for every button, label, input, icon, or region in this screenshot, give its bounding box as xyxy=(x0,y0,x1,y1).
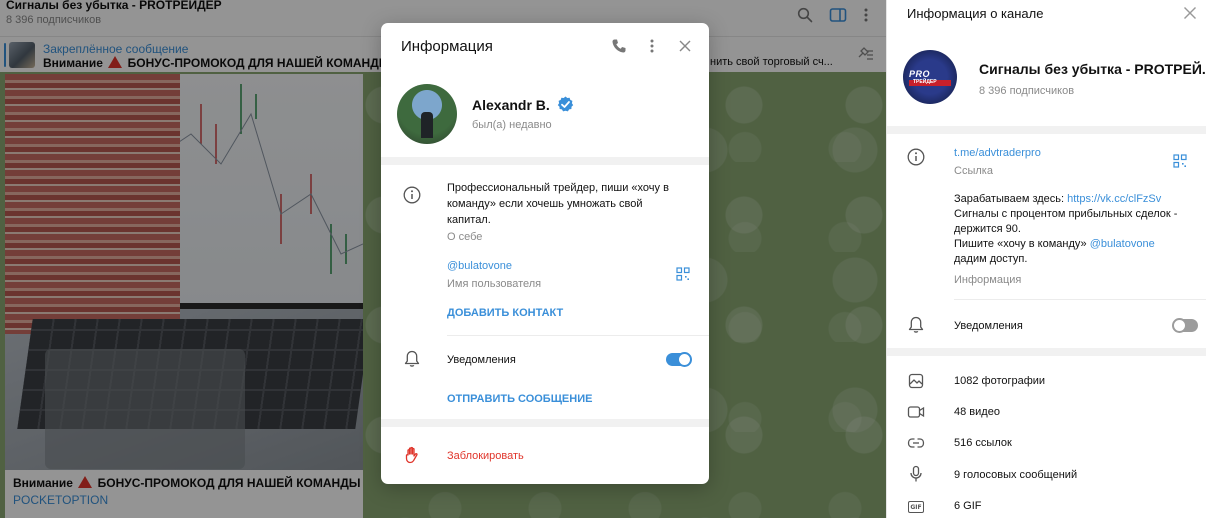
channel-name: Сигналы без убытка - PROTРЕЙ... xyxy=(979,61,1206,77)
channel-info-panel: Информация о канале PRO ТРЕЙДЕР Сигналы … xyxy=(886,0,1206,518)
close-icon[interactable] xyxy=(1183,6,1199,22)
bell-icon xyxy=(907,316,925,334)
media-videos[interactable]: 48 видео xyxy=(954,406,1000,418)
verified-badge-icon xyxy=(557,96,574,113)
channel-subscribers: 8 396 подписчиков xyxy=(979,85,1075,97)
panel-notifications-toggle[interactable] xyxy=(1172,318,1198,333)
block-hand-icon[interactable] xyxy=(402,445,422,465)
description-line: Сигналы с процентом прибыльных сделок - … xyxy=(954,208,1178,235)
username-link[interactable]: @bulatovone xyxy=(447,260,512,272)
info-icon xyxy=(907,148,925,166)
media-photos[interactable]: 1082 фотографии xyxy=(954,375,1045,387)
user-name: Alexandr B. xyxy=(472,96,550,113)
description-mention[interactable]: @bulatovone xyxy=(1090,238,1155,250)
section-divider xyxy=(381,157,709,165)
username-label: Имя пользователя xyxy=(447,278,542,290)
section-divider xyxy=(381,419,709,427)
description-text: Зарабатываем здесь: xyxy=(954,193,1068,205)
qr-code-icon[interactable] xyxy=(1173,154,1187,171)
description-link[interactable]: https://vk.cc/clFzSv xyxy=(1067,193,1161,205)
channel-link-label: Ссылка xyxy=(954,165,993,177)
media-voice[interactable]: 9 голосовых сообщений xyxy=(954,469,1077,481)
notifications-toggle[interactable] xyxy=(666,352,692,367)
send-message-button[interactable]: ОТПРАВИТЬ СООБЩЕНИЕ xyxy=(447,393,592,405)
bio-label: О себе xyxy=(447,231,483,243)
dialog-title: Информация xyxy=(401,38,493,55)
inner-divider xyxy=(954,299,1206,300)
bell-icon xyxy=(402,349,422,369)
section-divider xyxy=(887,348,1206,356)
panel-notifications-label: Уведомления xyxy=(954,320,1023,332)
description-line: Зарабатываем здесь: https://vk.cc/clFzSv xyxy=(954,192,1202,207)
block-user-button[interactable]: Заблокировать xyxy=(447,450,524,462)
inner-divider xyxy=(447,335,709,336)
user-bio: Профессиональный трейдер, пиши «хочу в к… xyxy=(447,182,669,226)
description-label: Информация xyxy=(954,274,1022,286)
section-divider xyxy=(887,126,1206,134)
media-gif[interactable]: 6 GIF xyxy=(954,500,982,512)
avatar-figure xyxy=(421,112,433,138)
user-info-dialog: Информация Alexandr B. был(а) недавно Пр… xyxy=(381,23,709,484)
microphone-icon xyxy=(907,465,925,483)
media-links[interactable]: 516 ссылок xyxy=(954,437,1012,449)
user-name-row: Alexandr B. xyxy=(472,96,574,113)
channel-avatar[interactable]: PRO ТРЕЙДЕР xyxy=(903,50,957,104)
description-text: Пишите «хочу в команду» xyxy=(954,238,1090,250)
link-icon xyxy=(907,434,925,452)
user-avatar[interactable] xyxy=(397,84,457,144)
panel-title: Информация о канале xyxy=(907,6,1044,21)
toggle-knob xyxy=(677,352,692,367)
channel-logo-bar: ТРЕЙДЕР xyxy=(909,79,951,86)
close-icon[interactable] xyxy=(675,36,695,56)
toggle-knob xyxy=(1172,318,1187,333)
channel-logo-subtext: ТРЕЙДЕР xyxy=(913,79,937,85)
description-line: дадим доступ. xyxy=(954,253,1028,265)
gif-icon-box: GIF xyxy=(908,501,924,513)
channel-description: Зарабатываем здесь: https://vk.cc/clFzSv… xyxy=(954,192,1202,267)
notifications-label: Уведомления xyxy=(447,354,516,366)
add-contact-button[interactable]: ДОБАВИТЬ КОНТАКТ xyxy=(447,307,563,319)
channel-link[interactable]: t.me/advtraderpro xyxy=(954,147,1041,159)
photo-icon xyxy=(907,372,925,390)
description-line: Пишите «хочу в команду» @bulatovone xyxy=(954,237,1202,252)
video-icon xyxy=(907,403,925,421)
channel-logo-text: PRO xyxy=(909,69,931,79)
user-status: был(а) недавно xyxy=(472,119,552,131)
more-vertical-icon[interactable] xyxy=(642,36,662,56)
info-icon xyxy=(402,185,422,205)
phone-icon[interactable] xyxy=(609,36,629,56)
gif-icon: GIF xyxy=(907,498,925,516)
qr-code-icon[interactable] xyxy=(676,267,690,284)
